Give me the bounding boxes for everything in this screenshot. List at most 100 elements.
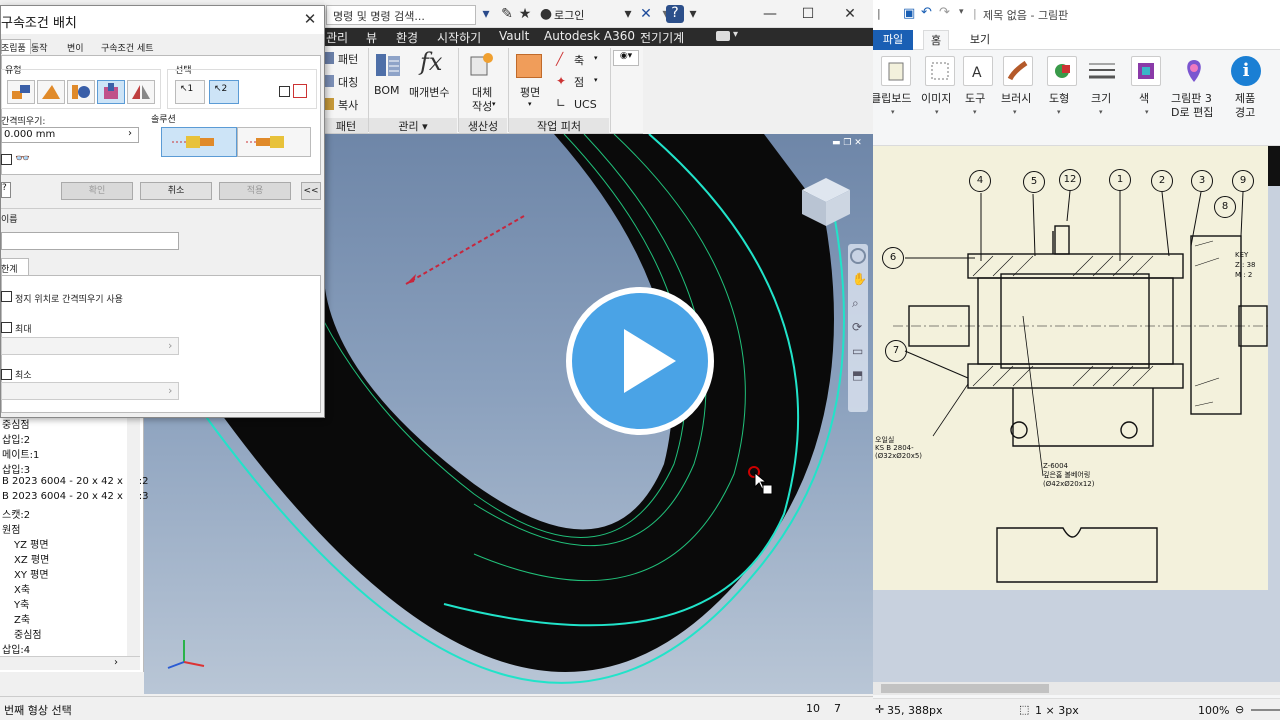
offset-arrow-icon[interactable]: › (128, 128, 132, 139)
help-icon[interactable]: ? (666, 5, 684, 23)
solution-aligned-button[interactable] (237, 127, 311, 157)
axis-button[interactable]: 축 (574, 52, 584, 68)
image-button[interactable]: 이미지 (921, 90, 951, 106)
menu-manage[interactable]: 관리 (326, 29, 348, 46)
walk-icon[interactable]: ⬒ (852, 368, 863, 382)
maximize-button[interactable]: ☐ (790, 4, 826, 24)
look-at-icon[interactable]: ▭ (852, 344, 863, 358)
save-icon[interactable]: ▣ (903, 6, 915, 21)
redo-icon[interactable]: ↷ (939, 5, 950, 20)
tree-item[interactable]: 메이트:1 (2, 446, 39, 461)
point-dropdown-icon[interactable]: ▾ (594, 76, 598, 84)
zoom-icon[interactable]: ⌕ (852, 296, 859, 311)
colors-button[interactable]: 색 (1139, 90, 1149, 106)
constraint-name-input[interactable] (1, 232, 179, 250)
tree-item[interactable]: 삽입:2 (2, 431, 30, 446)
pin-icon[interactable] (476, 6, 492, 22)
select-2-button[interactable]: ↖2 (209, 80, 239, 104)
substitute-dropdown-icon[interactable]: ▾ (492, 100, 496, 108)
colors-dropdown-icon[interactable]: ▾ (1145, 108, 1149, 116)
tab-view[interactable]: 보기 (961, 30, 999, 50)
help-button[interactable]: ? (1, 182, 11, 198)
minimum-input[interactable]: › (1, 382, 179, 400)
select-1-button[interactable]: ↖1 (175, 80, 205, 104)
view-cube[interactable] (800, 176, 852, 228)
copy-button[interactable]: 복사 (338, 97, 358, 113)
command-search-input[interactable]: 명령 및 명령 검색... (326, 5, 476, 25)
menu-environment[interactable]: 환경 (396, 29, 418, 46)
shapes-button[interactable]: 도형 (1049, 90, 1069, 106)
orbit-icon[interactable]: ⟳ (852, 320, 862, 334)
glasses-icon[interactable]: 👓 (15, 151, 30, 165)
menu-overflow-icon[interactable]: ▾ (733, 29, 738, 40)
brush-button[interactable]: 브러시 (1001, 90, 1031, 106)
tab-home[interactable]: 홈 (923, 30, 949, 50)
ribbon-options-icon[interactable]: ◉▾ (613, 50, 639, 66)
axis-dropdown-icon[interactable]: ▾ (594, 54, 598, 62)
video-play-button[interactable] (566, 287, 714, 435)
tree-item[interactable]: XZ 평면 (14, 551, 49, 566)
mate-type-button[interactable] (7, 80, 35, 104)
insert-type-button[interactable] (97, 80, 125, 104)
tree-item[interactable]: 중심점 (14, 626, 42, 641)
pattern-button[interactable]: 패턴 (338, 51, 358, 67)
maximum-arrow-icon[interactable]: › (168, 339, 172, 352)
point-button[interactable]: 점 (574, 74, 584, 90)
tree-item[interactable]: 원점 (2, 521, 20, 536)
viewport-window-controls[interactable]: ▬ ❐ ✕ (832, 138, 862, 148)
ok-button[interactable]: 확인 (61, 182, 133, 200)
tree-item[interactable]: YZ 평면 (14, 536, 49, 551)
login-label[interactable]: 로그인 (554, 7, 584, 23)
zoom-out-button[interactable]: ⊖ (1235, 703, 1244, 716)
tree-item[interactable]: 삽입:3 (2, 461, 30, 476)
zoom-slider[interactable] (1251, 709, 1280, 711)
menu-vault[interactable]: Vault (499, 29, 529, 43)
offset-input[interactable]: 0.000 mm › (1, 127, 139, 143)
collapse-button[interactable]: << (301, 182, 321, 200)
menu-get-started[interactable]: 시작하기 (437, 29, 481, 46)
clipboard-button[interactable]: 클립보드 (873, 90, 911, 106)
mirror-button[interactable]: 대칭 (338, 74, 358, 90)
plane-dropdown-icon[interactable]: ▾ (528, 100, 532, 108)
brush-dropdown-icon[interactable]: ▾ (1013, 108, 1017, 116)
apply-button[interactable]: 적용 (219, 182, 291, 200)
menu-a360[interactable]: Autodesk A360 (544, 29, 635, 43)
first-occurrence-checkbox[interactable] (279, 86, 290, 97)
symmetry-type-button[interactable] (127, 80, 155, 104)
bom-button[interactable]: BOM (374, 84, 400, 97)
paint3d-button-line2[interactable]: D로 편집 (1171, 104, 1213, 120)
tree-item[interactable]: Z축 (14, 611, 30, 626)
size-dropdown-icon[interactable]: ▾ (1099, 108, 1103, 116)
tools-button[interactable]: 도구 (965, 90, 985, 106)
tab-constraint-set[interactable]: 구속조건 세트 (101, 41, 154, 54)
tree-item[interactable]: XY 평면 (14, 566, 49, 581)
paint-hscrollbar[interactable] (873, 682, 1280, 695)
plane-button[interactable]: 평면 (520, 84, 540, 100)
undo-icon[interactable]: ↶ (921, 5, 932, 20)
tree-item[interactable]: 중심점 (2, 416, 30, 431)
product-alert-button-line2[interactable]: 경고 (1235, 104, 1255, 120)
close-window-button[interactable]: ✕ (832, 4, 868, 24)
tree-scrollbar[interactable] (127, 416, 140, 656)
pan-icon[interactable]: ✋ (852, 272, 867, 286)
minimum-checkbox[interactable] (1, 369, 12, 380)
paint-hscroll-thumb[interactable] (881, 684, 1049, 693)
ruler-icon[interactable]: ✎ (499, 6, 515, 22)
tab-transitional[interactable]: 변이 (67, 41, 84, 54)
help-dropdown-icon[interactable]: ▾ (685, 6, 701, 22)
minimize-button[interactable]: — (752, 4, 788, 24)
exchange-icon[interactable]: ✕ (638, 6, 654, 22)
show-preview-checkbox[interactable] (1, 154, 12, 165)
size-button[interactable]: 크기 (1091, 90, 1111, 106)
steering-wheel-icon[interactable] (850, 248, 866, 264)
tree-item[interactable]: 스캣:2 (2, 506, 30, 521)
tree-item[interactable]: 삽입:4 (2, 641, 30, 656)
use-offset-at-rest-checkbox[interactable] (1, 291, 12, 302)
tab-limits[interactable]: 한계 (1, 262, 18, 275)
tab-file[interactable]: 파일 (873, 30, 913, 50)
group-manage-dropdown-icon[interactable]: ▾ (422, 120, 428, 133)
cancel-button[interactable]: 취소 (140, 182, 212, 200)
tree-item[interactable]: Y축 (14, 596, 29, 611)
shapes-dropdown-icon[interactable]: ▾ (1057, 108, 1061, 116)
tab-assembly[interactable]: 조립품 (1, 41, 26, 54)
